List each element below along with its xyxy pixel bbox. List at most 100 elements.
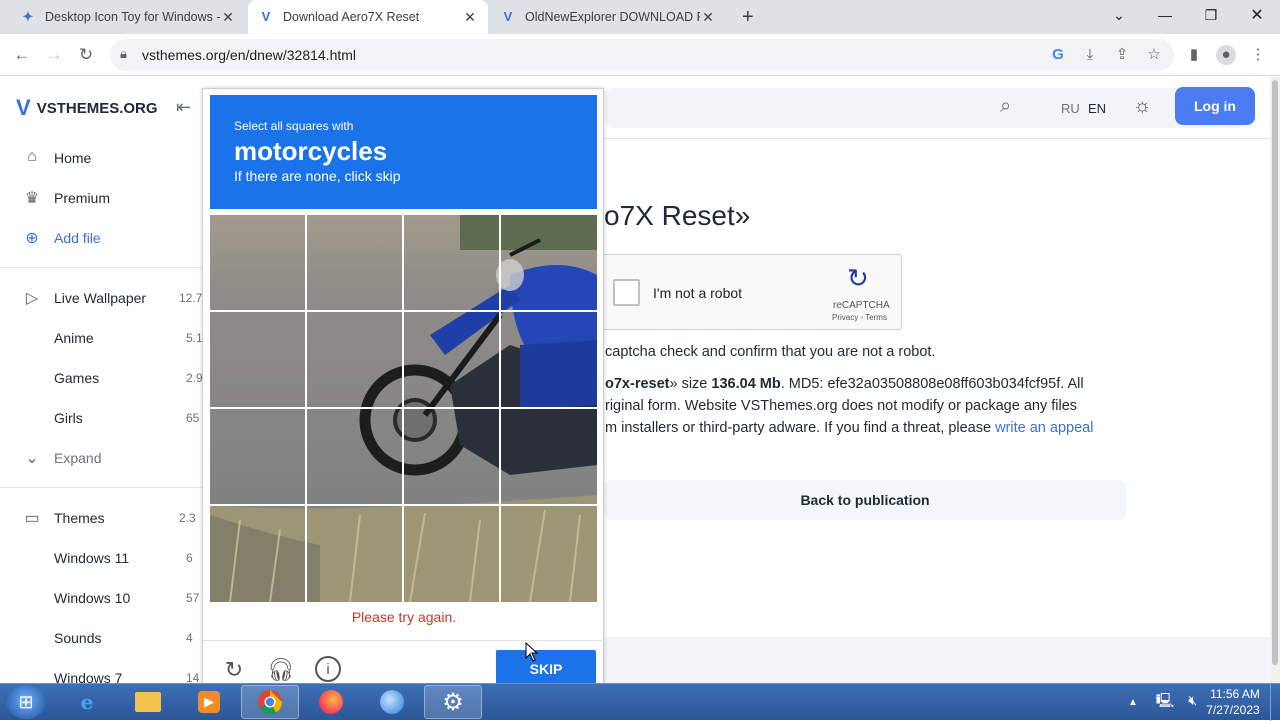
size-label: » size <box>669 376 712 392</box>
restore-button[interactable]: ❐ <box>1188 0 1234 30</box>
grid-tile[interactable] <box>501 409 596 504</box>
info-icon[interactable]: i <box>315 656 341 682</box>
close-tab-icon[interactable]: ✕ <box>462 9 478 26</box>
scrollbar-thumb[interactable] <box>1272 80 1278 665</box>
lock-icon: 🔒︎ <box>120 46 127 61</box>
close-window-button[interactable]: ✕ <box>1234 0 1280 30</box>
network-icon[interactable]: 🖳︎ <box>1156 692 1175 708</box>
sidebar-item-label: Windows 7 <box>54 670 123 683</box>
sidebar-item-live-wallpaper[interactable]: ▷ Live Wallpaper 12.7 <box>20 286 205 310</box>
audio-challenge-headphones-icon[interactable]: 🎧︎ <box>267 656 295 684</box>
grid-tile[interactable] <box>404 312 499 407</box>
install-app-icon[interactable]: ⤓ <box>1080 45 1100 65</box>
forward-arrow-icon[interactable]: → <box>42 43 66 67</box>
side-panel-icon[interactable]: ▮ <box>1184 45 1204 65</box>
back-to-publication-button[interactable]: Back to publication <box>604 480 1126 520</box>
language-ru[interactable]: RU <box>1061 101 1080 116</box>
menu-kebab-icon[interactable]: ⋮ <box>1248 45 1268 65</box>
recaptcha-terms-link[interactable]: Privacy - Terms <box>832 313 887 322</box>
sidebar-item-add-file[interactable]: ⊕ Add file <box>20 226 205 250</box>
minimize-button[interactable]: — <box>1142 0 1188 30</box>
recaptcha-checkbox[interactable] <box>613 279 640 306</box>
profile-avatar-icon[interactable]: ● <box>1216 45 1236 65</box>
collapse-sidebar-icon[interactable]: ⇤ <box>176 97 191 118</box>
share-icon[interactable]: ⇪ <box>1112 45 1132 65</box>
sidebar-item-label: Premium <box>54 190 111 206</box>
grid-tile[interactable] <box>501 312 596 407</box>
sidebar-item-themes[interactable]: ▭ Themes 2.3 <box>20 506 205 530</box>
close-tab-icon[interactable]: ✕ <box>700 9 716 26</box>
reload-challenge-icon[interactable]: ↻ <box>220 656 248 684</box>
sidebar: V VSTHEMES.ORG ⇤ ⌂ Home ♛ Premium ⊕ Add … <box>0 77 205 683</box>
sidebar-expand[interactable]: ⌄ Expand <box>20 446 205 470</box>
bookmark-star-icon[interactable]: ☆ <box>1144 45 1164 65</box>
plus-circle-icon: ⊕ <box>25 230 39 247</box>
grid-tile[interactable] <box>307 215 402 310</box>
sidebar-item-label: Home <box>54 150 92 166</box>
language-en[interactable]: EN <box>1088 101 1106 116</box>
google-translate-icon[interactable]: G <box>1048 45 1068 65</box>
search-icon[interactable]: ⌕ <box>1000 95 1011 118</box>
site-logo[interactable]: V VSTHEMES.ORG <box>16 95 158 121</box>
grid-tile[interactable] <box>307 506 402 601</box>
grid-tile[interactable] <box>210 312 305 407</box>
new-tab-button[interactable]: + <box>732 0 762 34</box>
reload-icon[interactable]: ↻ <box>74 43 98 67</box>
show-hidden-icons-icon[interactable]: ▲ <box>1128 697 1138 708</box>
thunderbird-icon[interactable] <box>363 685 421 719</box>
clock-date[interactable]: 7/27/2023 <box>1203 703 1263 717</box>
sidebar-item-premium[interactable]: ♛ Premium <box>20 186 205 210</box>
threat-text: m installers or third-party adware. If y… <box>605 420 996 436</box>
grid-tile[interactable] <box>404 409 499 504</box>
grid-tile[interactable] <box>210 409 305 504</box>
sidebar-item-label: Girls <box>54 410 83 426</box>
clock-time[interactable]: 11:56 AM <box>1207 687 1263 701</box>
bird-icon: ✦ <box>22 9 34 24</box>
internet-explorer-icon[interactable]: e <box>58 685 116 719</box>
close-tab-icon[interactable]: ✕ <box>220 9 236 26</box>
file-name: o7x-reset <box>605 376 670 392</box>
recaptcha-widget: I'm not a robot ↻ reCAPTCHA Privacy - Te… <box>600 254 902 330</box>
file-explorer-icon[interactable] <box>119 685 177 719</box>
tab-title: Download Aero7X Reset <box>283 10 420 24</box>
sidebar-item-windows-11[interactable]: Windows 11 6 <box>54 546 205 570</box>
start-button[interactable]: ⊞ <box>6 685 46 719</box>
sidebar-item-windows-10[interactable]: Windows 10 57 <box>54 586 205 610</box>
tab-desktop-icon-toy[interactable]: ✦ Desktop Icon Toy for Windows - ✕ <box>10 0 246 34</box>
md5-text: . MD5: efe32a03508808e08ff603b034fcf95f.… <box>780 376 1084 392</box>
grid-tile[interactable] <box>210 506 305 601</box>
media-player-icon[interactable]: ▶ <box>180 685 238 719</box>
grid-tile[interactable] <box>501 215 596 310</box>
grid-tile[interactable] <box>404 215 499 310</box>
login-button[interactable]: Log in <box>1175 87 1255 125</box>
recaptcha-brand: reCAPTCHA <box>833 300 890 311</box>
sidebar-item-windows-7[interactable]: Windows 7 14 <box>54 666 205 683</box>
tab-download-aero7x[interactable]: V Download Aero7X Reset ✕ <box>248 0 488 34</box>
sidebar-item-girls[interactable]: Girls 65 <box>54 406 205 430</box>
grid-tile[interactable] <box>307 312 402 407</box>
sidebar-item-sounds[interactable]: Sounds 4 <box>54 626 205 650</box>
write-appeal-link[interactable]: write an appeal <box>995 420 1093 436</box>
address-bar[interactable]: 🔒︎ vsthemes.org/en/dnew/32814.html <box>110 39 1174 71</box>
sidebar-item-anime[interactable]: Anime 5.1 <box>54 326 205 350</box>
grid-tile[interactable] <box>210 215 305 310</box>
tab-oldnewexplorer[interactable]: V OldNewExplorer DOWNLOAD FR ✕ <box>490 0 726 34</box>
firefox-icon[interactable] <box>302 685 360 719</box>
chrome-icon[interactable] <box>241 685 299 719</box>
sidebar-item-games[interactable]: Games 2.9 <box>54 366 205 390</box>
sidebar-item-home[interactable]: ⌂ Home <box>20 146 205 170</box>
grid-tile[interactable] <box>307 409 402 504</box>
show-desktop-button[interactable] <box>1270 684 1280 721</box>
sidebar-item-label: Games <box>54 370 100 386</box>
tab-search-icon[interactable]: ⌄ <box>1096 0 1142 30</box>
settings-gear-icon[interactable]: ⚙ <box>424 685 482 719</box>
plus-icon: + <box>742 5 754 28</box>
back-arrow-icon[interactable]: ← <box>10 43 34 67</box>
volume-muted-icon[interactable]: 🔇︎ <box>1188 692 1197 708</box>
item-count: 5.1 <box>186 331 203 345</box>
logo-text: VSTHEMES.ORG <box>36 99 158 117</box>
theme-toggle-sun-icon[interactable]: ☼ <box>1133 95 1151 118</box>
page-title: o7X Reset» <box>604 200 751 231</box>
grid-tile[interactable] <box>501 506 596 601</box>
grid-tile[interactable] <box>404 506 499 601</box>
